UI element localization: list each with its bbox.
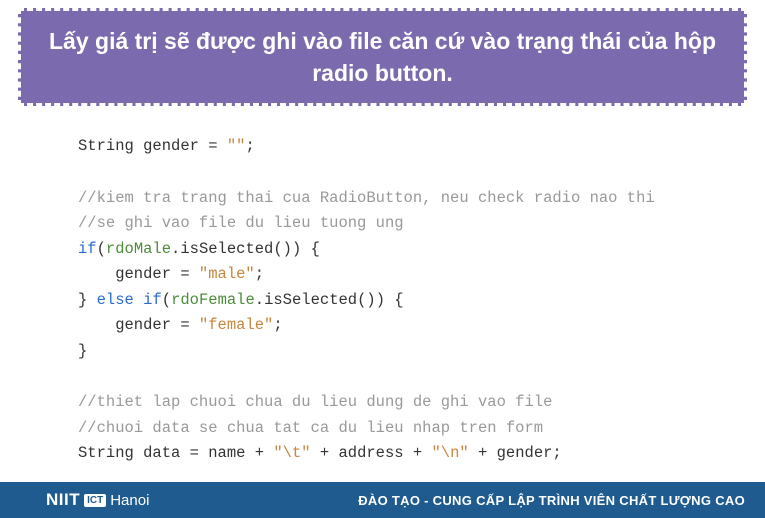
code-line: gender = "female"; — [78, 313, 765, 339]
header-title: Lấy giá trị sẽ được ghi vào file căn cứ … — [41, 25, 724, 89]
code-line: String data = name + "\t" + address + "\… — [78, 441, 765, 467]
logo-badge: ICT — [84, 494, 106, 507]
code-line: } — [78, 339, 765, 365]
logo-niit-text: NIIT — [46, 490, 80, 510]
code-line: String gender = ""; — [78, 134, 765, 160]
code-line: if(rdoMale.isSelected()) { — [78, 237, 765, 263]
code-comment: //se ghi vao file du lieu tuong ung — [78, 211, 765, 237]
code-line-blank — [78, 364, 765, 390]
code-comment: //thiet lap chuoi chua du lieu dung de g… — [78, 390, 765, 416]
footer-logo: NIIT ICT Hanoi — [46, 490, 149, 510]
code-comment: //kiem tra trang thai cua RadioButton, n… — [78, 186, 765, 212]
code-block: String gender = ""; //kiem tra trang tha… — [0, 106, 765, 466]
code-line-blank — [78, 160, 765, 186]
header-banner: Lấy giá trị sẽ được ghi vào file căn cứ … — [18, 8, 747, 106]
footer-tagline: ĐÀO TẠO - CUNG CẤP LẬP TRÌNH VIÊN CHẤT L… — [358, 493, 745, 508]
footer-bar: NIIT ICT Hanoi ĐÀO TẠO - CUNG CẤP LẬP TR… — [0, 482, 765, 518]
logo-hanoi-text: Hanoi — [110, 492, 149, 509]
code-comment: //chuoi data se chua tat ca du lieu nhap… — [78, 416, 765, 442]
code-line: gender = "male"; — [78, 262, 765, 288]
code-line: } else if(rdoFemale.isSelected()) { — [78, 288, 765, 314]
